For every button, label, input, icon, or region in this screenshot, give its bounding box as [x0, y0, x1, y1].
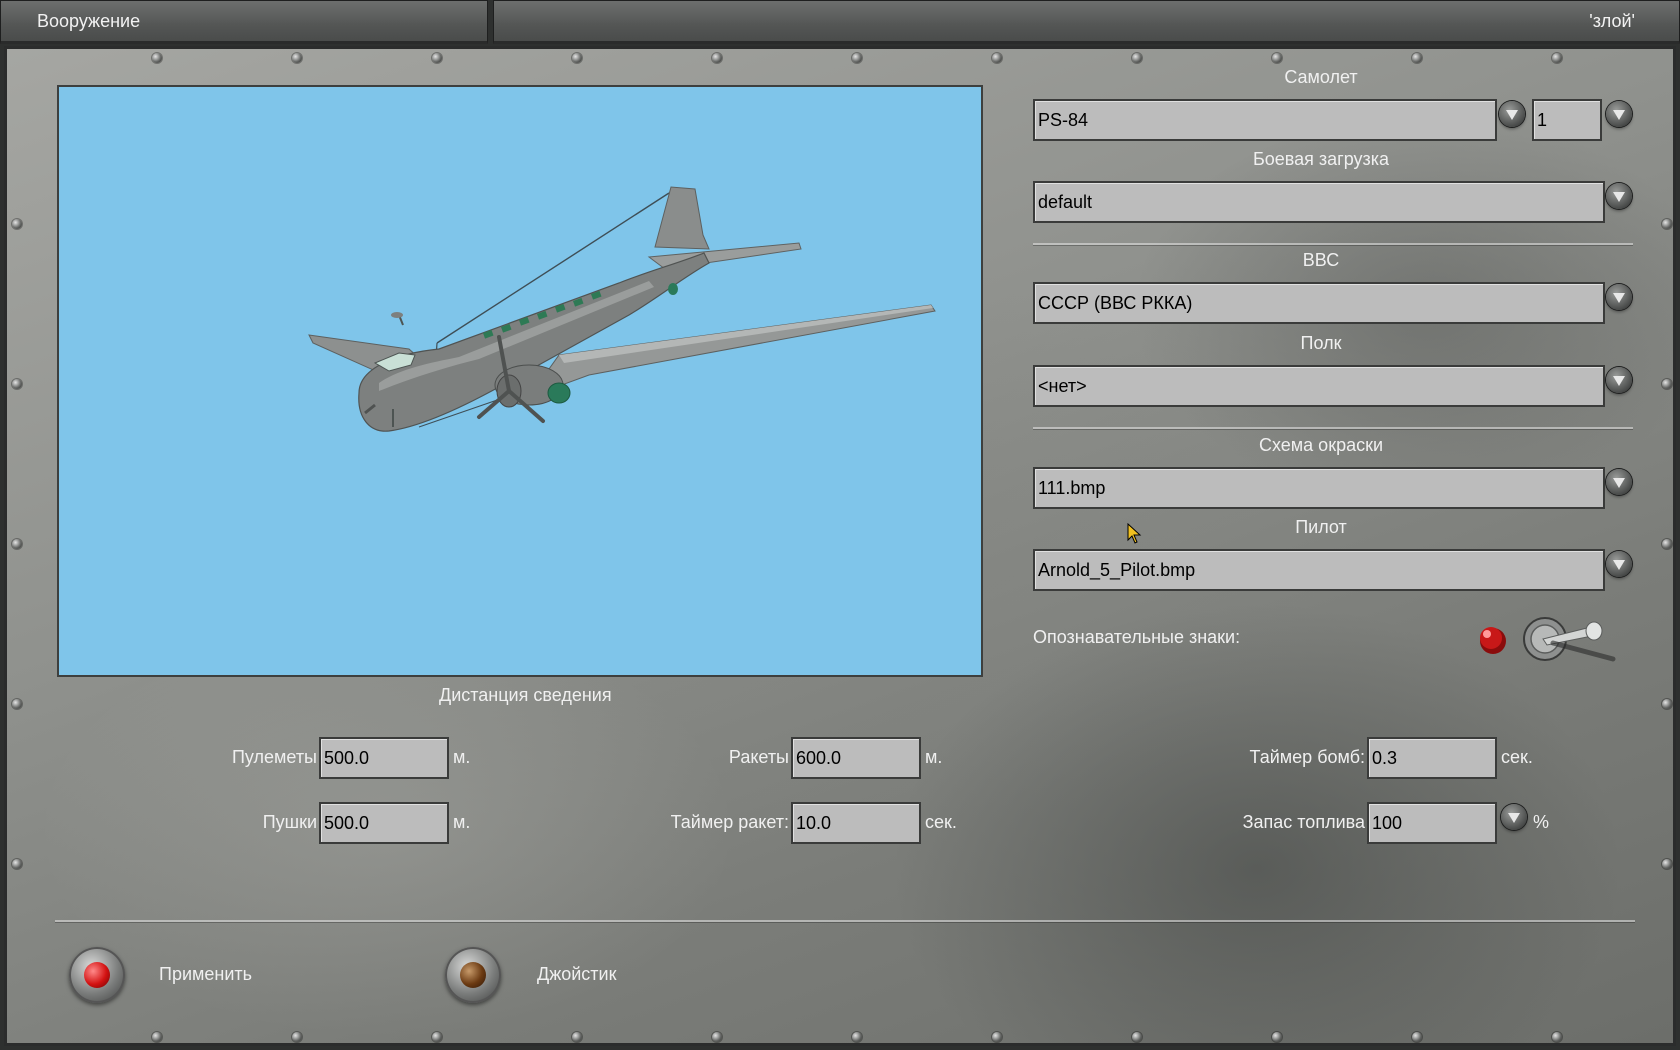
cannons-unit: м. — [453, 812, 471, 832]
aircraft-count-dropdown-button[interactable] — [1606, 101, 1632, 127]
airforce-dropdown-button[interactable] — [1606, 284, 1632, 310]
joystick-button[interactable] — [445, 947, 501, 1003]
rivet-icon — [12, 699, 22, 709]
rivet-icon — [852, 53, 862, 63]
rivet-icon — [572, 1032, 582, 1042]
rocket-timer-field[interactable]: 10.0 — [791, 802, 921, 844]
markings-toggle-switch[interactable] — [1473, 615, 1633, 671]
loadout-dropdown-button[interactable] — [1606, 183, 1632, 209]
rockets-unit: м. — [925, 747, 943, 767]
aircraft-model-image — [308, 186, 936, 432]
apply-button[interactable] — [69, 947, 125, 1003]
bomb-timer-unit: сек. — [1501, 747, 1533, 767]
pilot-dropdown-button[interactable] — [1606, 551, 1632, 577]
loadout-label: Боевая загрузка — [1252, 149, 1390, 169]
rivet-icon — [1272, 53, 1282, 63]
skin-dropdown-button[interactable] — [1606, 469, 1632, 495]
skin-field[interactable]: 111.bmp — [1033, 467, 1605, 509]
red-indicator-icon — [84, 962, 110, 988]
separator — [1033, 427, 1633, 429]
aircraft-preview[interactable] — [57, 85, 983, 677]
bomb-timer-field[interactable]: 0.3 — [1367, 737, 1497, 779]
rivet-icon — [152, 53, 162, 63]
mouse-cursor-icon — [1127, 523, 1142, 544]
rivet-icon — [1412, 1032, 1422, 1042]
rivet-icon — [1132, 1032, 1142, 1042]
rivet-icon — [572, 53, 582, 63]
cannons-field[interactable]: 500.0 — [319, 802, 449, 844]
rivet-icon — [1272, 1032, 1282, 1042]
apply-label[interactable]: Применить — [159, 964, 252, 985]
airforce-label: ВВС — [1302, 250, 1340, 270]
rivet-icon — [1662, 219, 1672, 229]
rivet-icon — [1552, 53, 1562, 63]
loadout-field[interactable]: default — [1033, 181, 1605, 223]
convergence-title: Дистанция сведения — [439, 685, 612, 705]
window-title: Вооружение — [0, 0, 488, 44]
regiment-dropdown-button[interactable] — [1606, 367, 1632, 393]
rivet-icon — [152, 1032, 162, 1042]
machine-guns-unit: м. — [453, 747, 471, 767]
fuel-dropdown-button[interactable] — [1501, 804, 1527, 830]
rivet-icon — [1662, 859, 1672, 869]
separator — [55, 920, 1635, 922]
rivet-icon — [712, 1032, 722, 1042]
airforce-field[interactable]: СССР (ВВС РККА) — [1033, 282, 1605, 324]
rivet-icon — [1662, 539, 1672, 549]
brown-indicator-icon — [460, 962, 486, 988]
pilot-field[interactable]: Arnold_5_Pilot.bmp — [1033, 549, 1605, 591]
rivet-icon — [292, 53, 302, 63]
machine-guns-label: Пулеметы — [231, 747, 317, 767]
rivet-icon — [712, 53, 722, 63]
cannons-label: Пушки — [262, 812, 317, 832]
aircraft-count-field[interactable]: 1 — [1532, 99, 1602, 141]
machine-guns-field[interactable]: 500.0 — [319, 737, 449, 779]
rivet-icon — [12, 379, 22, 389]
rocket-timer-label: Таймер ракет: — [670, 812, 789, 832]
rockets-label: Ракеты — [728, 747, 789, 767]
rivet-icon — [12, 859, 22, 869]
rivet-icon — [992, 53, 1002, 63]
aircraft-dropdown-button[interactable] — [1499, 101, 1525, 127]
aircraft-label: Самолет — [1284, 67, 1358, 87]
pilot-label: Пилот — [1295, 517, 1347, 537]
rocket-timer-unit: сек. — [925, 812, 957, 832]
fuel-label: Запас топлива — [1242, 812, 1365, 832]
joystick-label[interactable]: Джойстик — [537, 964, 616, 985]
rivet-icon — [12, 539, 22, 549]
rivet-icon — [432, 1032, 442, 1042]
rivet-icon — [12, 219, 22, 229]
rivet-icon — [1662, 379, 1672, 389]
regiment-field[interactable]: <нет> — [1033, 365, 1605, 407]
separator — [1033, 243, 1633, 245]
fuel-unit: % — [1533, 812, 1550, 832]
rivet-icon — [1552, 1032, 1562, 1042]
markings-label: Опознавательные знаки: — [1033, 627, 1241, 647]
regiment-label: Полк — [1300, 333, 1342, 353]
fuel-field[interactable]: 100 — [1367, 802, 1497, 844]
rivet-icon — [1412, 53, 1422, 63]
main-panel: Самолет PS-84 1 Боевая загрузка default … — [4, 46, 1676, 1046]
skin-label: Схема окраски — [1258, 435, 1384, 455]
rivet-icon — [1662, 699, 1672, 709]
user-name: 'злой' — [493, 0, 1680, 44]
aircraft-field[interactable]: PS-84 — [1033, 99, 1497, 141]
rivet-icon — [292, 1032, 302, 1042]
rockets-field[interactable]: 600.0 — [791, 737, 921, 779]
rivet-icon — [1132, 53, 1142, 63]
bomb-timer-label: Таймер бомб: — [1249, 747, 1365, 767]
rivet-icon — [992, 1032, 1002, 1042]
toggle-switch-icon — [1480, 617, 1616, 662]
rivet-icon — [432, 53, 442, 63]
rivet-icon — [852, 1032, 862, 1042]
